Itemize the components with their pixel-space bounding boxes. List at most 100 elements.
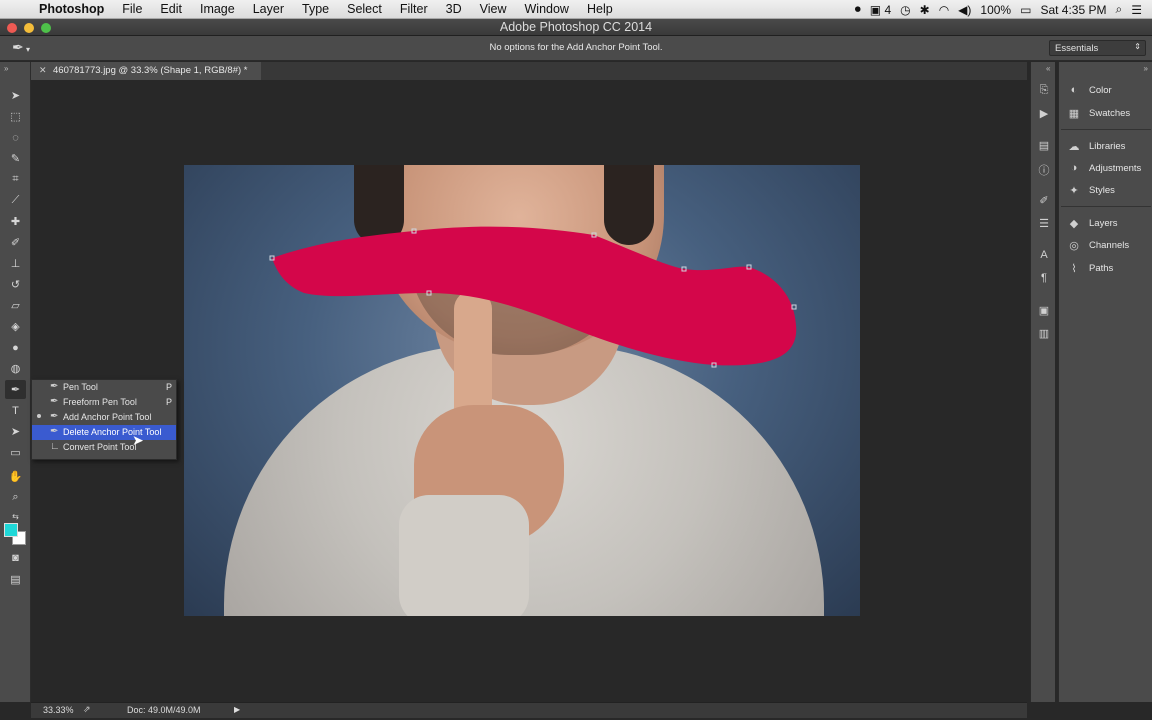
wifi-icon[interactable]: ◠ <box>939 3 949 17</box>
healing-brush-tool-icon[interactable]: ✚ <box>5 212 26 231</box>
menu-window[interactable]: Window <box>516 2 578 16</box>
brush-panel-icon[interactable]: ✐ <box>1036 194 1052 210</box>
shape-layer-svg <box>269 226 797 368</box>
record-icon[interactable]: ⏺ <box>855 2 861 17</box>
flyout-item-delete-anchor-point-tool[interactable]: ✒︎ Delete Anchor Point Tool <box>32 425 176 440</box>
menu-layer[interactable]: Layer <box>244 2 293 16</box>
flyout-item-label: Add Anchor Point Tool <box>63 412 152 422</box>
actions-panel-icon[interactable]: ▶ <box>1036 107 1052 123</box>
panel-tab-swatches[interactable]: ▦ Swatches <box>1063 105 1151 123</box>
canvas-area[interactable] <box>31 80 1027 702</box>
menu-help[interactable]: Help <box>578 2 622 16</box>
collapse-panels-icon[interactable]: « <box>1046 64 1050 73</box>
swatches-icon: ▦ <box>1068 108 1080 120</box>
notes-panel-icon[interactable]: ▥ <box>1036 327 1052 343</box>
options-bar: ✒︎ ▾ No options for the Add Anchor Point… <box>0 36 1152 61</box>
screen-mode-icon[interactable]: ▤ <box>5 570 26 589</box>
panel-tab-channels[interactable]: ◎ Channels <box>1063 237 1151 255</box>
dodge-tool-icon[interactable]: ◍ <box>5 359 26 378</box>
menu-edit[interactable]: Edit <box>151 2 191 16</box>
eyedropper-tool-icon[interactable]: ⟋ <box>5 191 26 210</box>
marquee-tool-icon[interactable]: ⬚ <box>5 107 26 126</box>
status-menu-arrow-icon[interactable]: ▶ <box>234 705 240 714</box>
collapse-dock-icon[interactable]: » <box>1144 64 1148 73</box>
panel-tab-styles[interactable]: ✦ Styles <box>1063 182 1151 200</box>
lasso-tool-icon[interactable]: ◌ <box>5 128 26 147</box>
blur-tool-icon[interactable]: ● <box>5 338 26 357</box>
panel-tab-color[interactable]: ◐ Color <box>1063 82 1151 100</box>
info-panel-icon[interactable]: ⓘ <box>1036 162 1052 178</box>
panel-tab-label: Color <box>1089 85 1112 96</box>
window-titlebar: Adobe Photoshop CC 2014 <box>0 19 1152 36</box>
character-panel-icon[interactable]: A <box>1036 249 1052 265</box>
panel-tab-adjustments[interactable]: ◑ Adjustments <box>1063 160 1151 178</box>
export-icon[interactable]: ⇗ <box>83 704 91 715</box>
panel-tab-label: Adjustments <box>1089 163 1142 174</box>
channels-icon: ◎ <box>1069 240 1079 252</box>
close-icon[interactable]: ✕ <box>39 65 47 76</box>
flyout-item-pen-tool[interactable]: ✒︎ Pen Tool P <box>32 380 176 395</box>
pen-tool-icon[interactable]: ✒︎ <box>5 380 26 399</box>
menu-filter[interactable]: Filter <box>391 2 437 16</box>
hand-tool-icon[interactable]: ✋ <box>5 467 26 486</box>
add-anchor-point-icon: ✒︎ <box>50 411 59 422</box>
history-panel-icon[interactable]: ⎘ <box>1036 84 1052 100</box>
zoom-tool-icon[interactable]: ⌕ <box>5 488 26 507</box>
history-brush-tool-icon[interactable]: ↺ <box>5 275 26 294</box>
menu-file[interactable]: File <box>113 2 151 16</box>
volume-icon[interactable]: ◀) <box>958 3 971 17</box>
properties-panel-icon[interactable]: ▤ <box>1036 139 1052 155</box>
menu-3d[interactable]: 3D <box>437 2 471 16</box>
collapse-toolbar-icon[interactable]: » <box>4 64 8 73</box>
flyout-item-convert-point-tool[interactable]: ∟ Convert Point Tool <box>32 440 176 455</box>
menu-select[interactable]: Select <box>338 2 391 16</box>
convert-point-icon: ∟ <box>50 441 60 452</box>
panel-tab-libraries[interactable]: ☁ Libraries <box>1063 138 1151 156</box>
battery-percent[interactable]: 100% <box>980 3 1011 17</box>
menu-type[interactable]: Type <box>293 2 338 16</box>
flyout-item-freeform-pen-tool[interactable]: ✒︎ Freeform Pen Tool P <box>32 395 176 410</box>
clone-stamp-tool-icon[interactable]: ⊥ <box>5 254 26 273</box>
brush-presets-icon[interactable]: ☰ <box>1036 217 1052 233</box>
layer-comps-icon[interactable]: ▣ <box>1036 304 1052 320</box>
workspace-switcher[interactable]: Essentials ⇕ <box>1049 40 1146 56</box>
panel-tab-label: Channels <box>1089 240 1130 251</box>
move-tool-icon[interactable]: ➤ <box>5 86 26 105</box>
gradient-tool-icon[interactable]: ◈ <box>5 317 26 336</box>
flyout-item-label: Freeform Pen Tool <box>63 397 137 407</box>
menu-view[interactable]: View <box>471 2 516 16</box>
crop-tool-icon[interactable]: ⌗ <box>5 170 26 189</box>
menu-image[interactable]: Image <box>191 2 244 16</box>
adjustments-icon: ◑ <box>1070 162 1078 174</box>
updown-arrows-icon: ⇕ <box>1134 42 1141 51</box>
clock[interactable]: Sat 4:35 PM <box>1040 3 1106 17</box>
mouse-cursor-icon: ➤ <box>132 432 144 448</box>
eraser-tool-icon[interactable]: ▱ <box>5 296 26 315</box>
app-badge[interactable]: ▣ 4 <box>870 3 891 17</box>
flyout-item-shortcut: P <box>165 397 172 407</box>
macos-menubar: Photoshop File Edit Image Layer Type Sel… <box>0 0 1152 19</box>
type-tool-icon[interactable]: T <box>5 401 26 420</box>
paragraph-panel-icon[interactable]: ¶ <box>1036 272 1052 288</box>
panel-tab-label: Libraries <box>1089 141 1126 152</box>
quick-mask-icon[interactable]: ◙ <box>5 548 26 567</box>
quick-select-tool-icon[interactable]: ✎ <box>5 149 26 168</box>
document-tab[interactable]: ✕ 460781773.jpg @ 33.3% (Shape 1, RGB/8#… <box>31 62 261 80</box>
active-tool-bullet <box>37 414 41 418</box>
document-image[interactable] <box>184 165 860 616</box>
flyout-item-add-anchor-point-tool[interactable]: ✒︎ Add Anchor Point Tool <box>32 410 176 425</box>
path-selection-tool-icon[interactable]: ➤ <box>5 422 26 441</box>
time-machine-icon[interactable]: ◷ <box>900 3 910 17</box>
notification-center-icon[interactable]: ☰ <box>1131 3 1142 17</box>
foreground-color-swatch[interactable] <box>4 523 18 537</box>
panel-tab-paths[interactable]: ⌇ Paths <box>1063 260 1151 278</box>
menu-app[interactable]: Photoshop <box>30 2 113 16</box>
panel-tab-layers[interactable]: ◆ Layers <box>1063 215 1151 233</box>
zoom-level[interactable]: 33.33% <box>43 705 74 715</box>
battery-icon[interactable]: ▭ <box>1020 3 1031 17</box>
spotlight-icon[interactable]: ⌕ <box>1116 2 1123 17</box>
mustache-shape[interactable] <box>272 226 797 366</box>
brush-tool-icon[interactable]: ✐ <box>5 233 26 252</box>
rectangle-tool-icon[interactable]: ▭ <box>5 443 26 462</box>
bluetooth-icon[interactable]: ✱ <box>920 3 930 17</box>
